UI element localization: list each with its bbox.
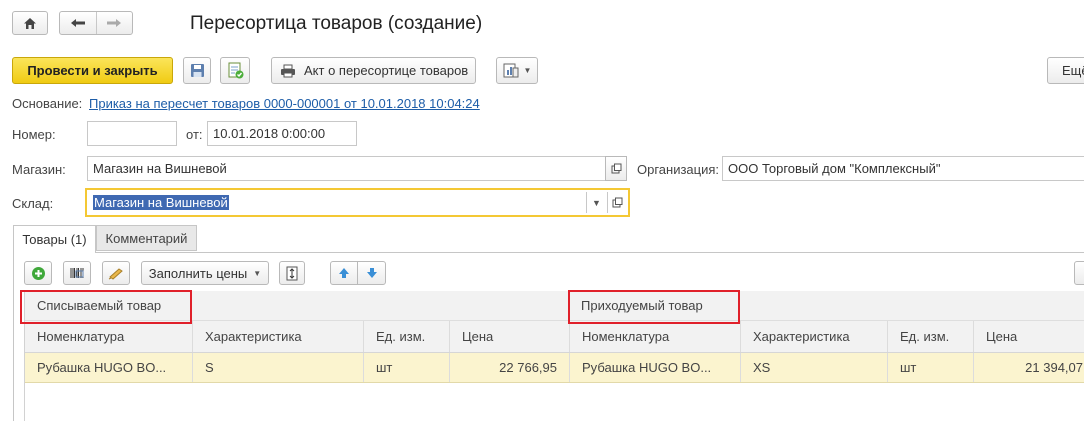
more-actions-button[interactable]: Ещё xyxy=(1047,57,1084,84)
move-down-icon xyxy=(366,268,377,278)
table-search-field[interactable] xyxy=(1074,261,1084,285)
post-and-close-button[interactable]: Провести и закрыть xyxy=(12,57,173,84)
warehouse-label: Склад: xyxy=(12,196,54,211)
move-down-button[interactable] xyxy=(357,261,386,285)
cell-nomenclature-in[interactable]: Рубашка HUGO BO... xyxy=(569,353,740,382)
warehouse-value: Магазин на Вишневой xyxy=(93,195,229,210)
print-act-label: Акт о пересортице товаров xyxy=(304,63,469,78)
pick-goods-button[interactable] xyxy=(102,261,130,285)
table-row[interactable]: Рубашка HUGO BO... S шт 22 766,95 Рубашк… xyxy=(25,353,1084,383)
chevron-down-icon: ▼ xyxy=(253,268,262,278)
size-button[interactable] xyxy=(279,261,305,285)
back-arrow-icon xyxy=(70,19,85,27)
date-field[interactable]: 10.01.2018 0:00:00 xyxy=(207,121,357,146)
cell-nomenclature[interactable]: Рубашка HUGO BO... xyxy=(25,353,192,382)
cell-price[interactable]: 22 766,95 xyxy=(449,353,569,382)
basis-label: Основание: xyxy=(12,96,83,111)
barcode-search-button[interactable] xyxy=(63,261,91,285)
tab-goods[interactable]: Товары (1) xyxy=(13,225,96,253)
history-nav-group xyxy=(59,11,133,35)
barcode-icon xyxy=(70,268,84,278)
column-header-characteristic[interactable]: Характеристика xyxy=(192,321,363,352)
column-header-price[interactable]: Цена xyxy=(449,321,569,352)
organization-field[interactable]: ООО Торговый дом "Комплексный" xyxy=(722,156,1084,181)
add-row-button[interactable] xyxy=(24,261,52,285)
cell-characteristic[interactable]: S xyxy=(192,353,363,382)
warehouse-open-button[interactable] xyxy=(607,192,627,213)
table-header-row: Номенклатура Характеристика Ед. изм. Цен… xyxy=(25,321,1084,353)
store-label: Магазин: xyxy=(12,162,66,177)
goods-table: Списываемый товар Приходуемый товар Номе… xyxy=(24,291,1084,421)
column-header-price-in[interactable]: Цена xyxy=(973,321,1084,352)
fill-prices-button[interactable]: Заполнить цены ▼ xyxy=(141,261,269,285)
warehouse-input-group: Магазин на Вишневой ▼ xyxy=(85,188,630,217)
printer-icon xyxy=(281,64,295,77)
save-icon xyxy=(190,64,204,77)
dropdown-icon: ▼ xyxy=(592,197,601,208)
received-group-header: Приходуемый товар xyxy=(581,298,703,313)
cell-unit-in[interactable]: шт xyxy=(887,353,973,382)
warehouse-field[interactable]: Магазин на Вишневой xyxy=(89,192,586,213)
column-header-nomenclature[interactable]: Номенклатура xyxy=(25,321,192,352)
store-field[interactable]: Магазин на Вишневой xyxy=(87,156,606,181)
move-up-button[interactable] xyxy=(330,261,358,285)
cell-characteristic-in[interactable]: XS xyxy=(740,353,887,382)
open-icon xyxy=(611,163,621,174)
post-icon xyxy=(228,62,243,79)
back-button[interactable] xyxy=(60,12,96,34)
basis-document-link[interactable]: Приказ на пересчет товаров 0000-000001 о… xyxy=(89,96,480,111)
save-button[interactable] xyxy=(183,57,211,84)
report-icon xyxy=(503,63,519,78)
number-label: Номер: xyxy=(12,127,56,142)
size-icon xyxy=(286,266,298,280)
forward-button[interactable] xyxy=(95,12,132,34)
window-title: Пересортица товаров (создание) xyxy=(190,13,483,34)
home-icon xyxy=(24,17,36,29)
warehouse-dropdown-button[interactable]: ▼ xyxy=(586,192,606,213)
column-header-unit[interactable]: Ед. изм. xyxy=(363,321,449,352)
column-header-nomenclature-in[interactable]: Номенклатура xyxy=(569,321,740,352)
move-up-icon xyxy=(339,268,349,278)
chevron-down-icon: ▼ xyxy=(523,66,532,75)
fill-prices-label: Заполнить цены xyxy=(148,265,248,281)
forward-arrow-icon xyxy=(107,19,122,27)
date-from-label: от: xyxy=(186,127,203,142)
open-icon xyxy=(612,197,623,208)
written-off-group-header: Списываемый товар xyxy=(37,298,162,313)
organization-label: Организация: xyxy=(637,162,720,177)
print-act-button[interactable]: Акт о пересортице товаров xyxy=(271,57,476,84)
add-icon xyxy=(31,266,45,280)
column-header-unit-in[interactable]: Ед. изм. xyxy=(887,321,973,352)
home-button[interactable] xyxy=(12,11,48,35)
column-header-characteristic-in[interactable]: Характеристика xyxy=(740,321,887,352)
pick-icon xyxy=(108,268,123,280)
reports-dropdown-button[interactable]: ▼ xyxy=(496,57,538,84)
table-group-header-row: Списываемый товар Приходуемый товар xyxy=(25,291,1084,321)
number-field[interactable] xyxy=(87,121,177,146)
post-button[interactable] xyxy=(220,57,250,84)
tab-comment[interactable]: Комментарий xyxy=(96,225,197,251)
store-open-button[interactable] xyxy=(605,156,627,181)
cell-unit[interactable]: шт xyxy=(363,353,449,382)
cell-price-in[interactable]: 21 394,07 xyxy=(973,353,1084,382)
